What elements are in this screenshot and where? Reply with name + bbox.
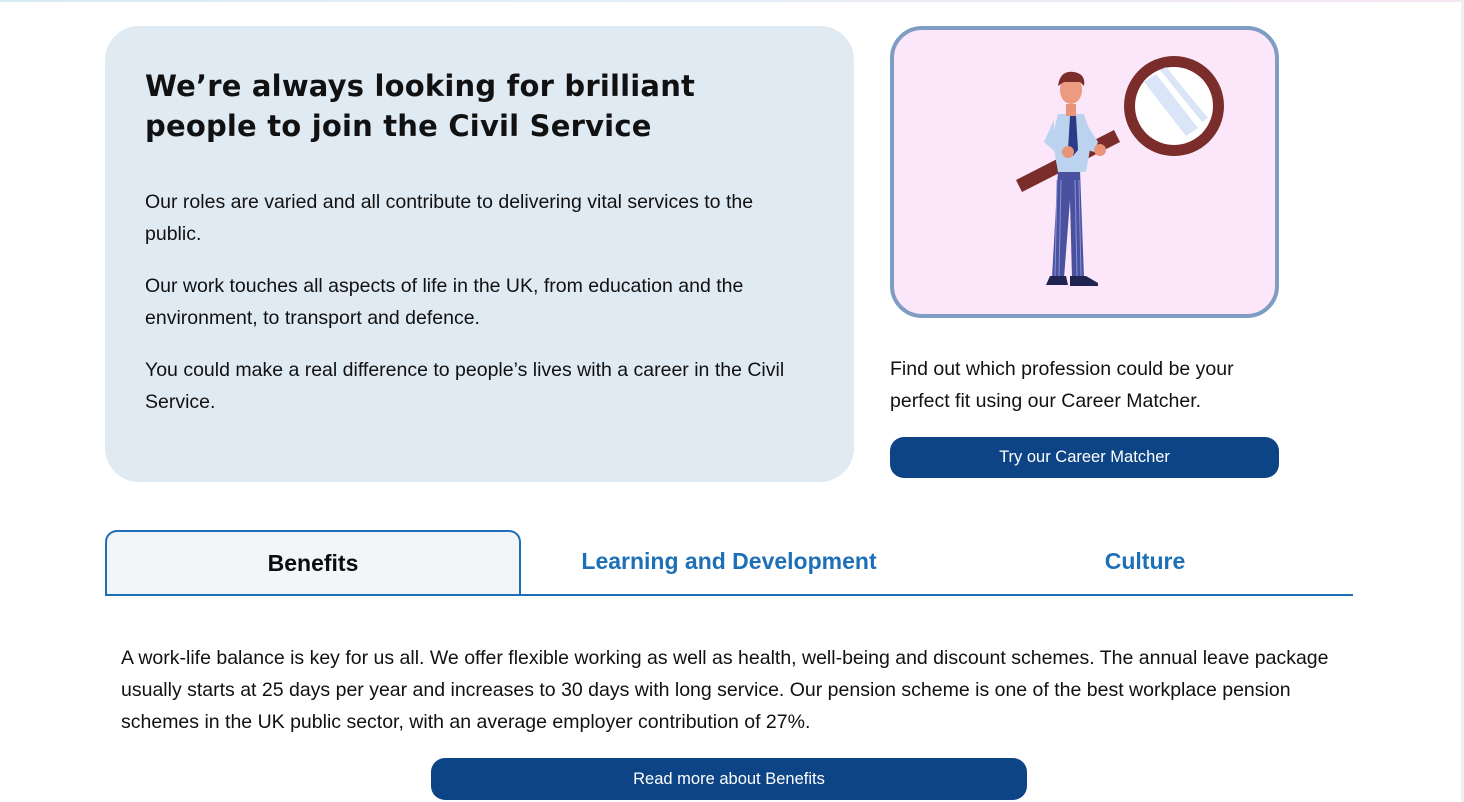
benefits-panel-text: A work-life balance is key for us all. W… [121, 647, 1329, 733]
person-hand [1062, 146, 1074, 158]
intro-paragraph-work: Our work touches all aspects of life in … [145, 275, 744, 329]
person-shoe-left [1046, 276, 1068, 285]
person-with-magnifying-glass-icon [1016, 56, 1224, 286]
try-career-matcher-button[interactable]: Try our Career Matcher [890, 437, 1279, 478]
tab-learning-and-development[interactable]: Learning and Development [521, 530, 937, 592]
intro-paragraph-difference: You could make a real difference to peop… [145, 359, 785, 413]
tab-benefits[interactable]: Benefits [105, 530, 521, 594]
intro-title: We’re always looking for brilliant peopl… [145, 69, 696, 143]
intro-paragraph-roles: Our roles are varied and all contribute … [145, 191, 754, 245]
tab-bar: Benefits Learning and Development Cultur… [105, 530, 1353, 596]
person-neck [1066, 104, 1076, 116]
person-shoe-right [1070, 276, 1098, 286]
person-hand [1094, 144, 1106, 156]
intro-card: We’re always looking for brilliant peopl… [105, 26, 854, 482]
read-more-benefits-button[interactable]: Read more about Benefits [431, 758, 1027, 800]
intro-paragraphs: Our roles are varied and all contribute … [145, 186, 814, 418]
career-matcher-illustration [890, 26, 1279, 318]
tab-culture[interactable]: Culture [937, 530, 1353, 592]
career-matcher-text: Find out which profession could be your … [890, 358, 1234, 412]
page-top-accent [0, 0, 1464, 2]
